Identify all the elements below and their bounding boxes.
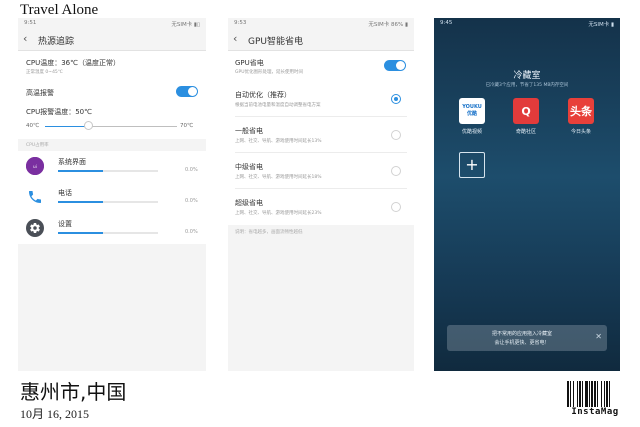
apps-group-label: CPU占用率: [26, 143, 49, 148]
app-name: 系统界面: [58, 158, 86, 166]
qiku-icon[interactable]: Q: [513, 98, 539, 124]
high-temp-alarm-label: 高温报警: [26, 89, 54, 97]
phone-screen-heat-tracking: 9:51 无SIM卡 ▮▯ ‹ 热源追踪 CPU温度：36℃（温度正常） 正常温…: [18, 18, 206, 371]
alarm-temperature-row: CPU报警温度：50℃ 40℃ 70℃: [18, 103, 206, 139]
power-mode-option[interactable]: 一般省电上网、社交、导航、游戏使用时间延长13%: [228, 117, 414, 153]
option-description: 上网、社交、导航、游戏使用时间延长18%: [235, 175, 322, 180]
gpu-power-sub: GPU优化图形处理，延长使用时间: [235, 70, 303, 75]
cpu-usage-percent: 0.0%: [185, 229, 198, 235]
slider-max-label: 70℃: [180, 123, 194, 129]
gpu-power-toggle[interactable]: [384, 60, 406, 71]
location-date: 10月 16, 2015: [20, 407, 90, 421]
status-bar: 9:51 无SIM卡 ▮▯: [18, 18, 206, 29]
app-name: 设置: [58, 220, 72, 228]
app-cpu-list: ui 系统界面 0.0% 电话 0.0% 设置 0.0%: [18, 151, 206, 244]
cpu-temperature-row: CPU温度：36℃（温度正常） 正常温度 0~45℃: [18, 51, 206, 81]
cpu-usage-percent: 0.0%: [185, 167, 198, 173]
toggle-knob: [188, 87, 197, 96]
app-tile-text: YOUKU 优酷: [462, 104, 482, 117]
power-mode-options: 自动优化（推荐） 根据当前电池电量和温度自动调整省电方案 一般省电上网、社交、导航、…: [228, 81, 414, 225]
page-header: ‹ 热源追踪: [18, 29, 206, 51]
cpu-usage-percent: 0.0%: [185, 198, 198, 204]
option-description: 上网、社交、导航、游戏使用时间延长23%: [235, 211, 322, 216]
app-tile-text: Q: [521, 104, 531, 118]
status-bar: 9:53 无SIM卡 86% ▮: [228, 18, 414, 29]
add-app-button[interactable]: +: [459, 152, 485, 178]
tip-toast: 把不常用的应用拖入冷藏室 会让手机更快、更省电！ ✕: [447, 325, 607, 351]
cpu-temperature-sub: 正常温度 0~45℃: [26, 70, 63, 75]
card-title: Travel Alone: [20, 2, 99, 18]
status-time: 9:51: [24, 20, 37, 26]
app-row[interactable]: 设置 0.0%: [18, 213, 206, 244]
option-radio[interactable]: [391, 202, 401, 212]
phone-screen-freezer-room: 9:45 无SIM卡 ▮ 冷藏室 已冷藏3个应用，节省了135 MB内存空间 Y…: [434, 18, 620, 371]
page-title: 热源追踪: [38, 37, 75, 47]
option-description: 根据当前电池电量和温度自动调整省电方案: [235, 103, 321, 108]
app-row[interactable]: ui 系统界面 0.0%: [18, 151, 206, 182]
back-arrow-icon[interactable]: ‹: [23, 33, 27, 45]
alarm-temperature-slider-handle[interactable]: [84, 121, 93, 130]
status-indicators: 无SIM卡 ▮▯: [171, 22, 200, 28]
phone-icon: [26, 188, 44, 206]
barcode-icon: [567, 381, 610, 407]
plus-icon: +: [465, 155, 479, 174]
gpu-power-row[interactable]: GPU省电 GPU优化图形处理，延长使用时间: [228, 51, 414, 81]
option-label: 中级省电: [235, 163, 263, 171]
freezer-title: 冷藏室: [513, 71, 541, 81]
tip-line-1: 把不常用的应用拖入冷藏室: [491, 331, 552, 337]
option-label: 自动优化（推荐）: [235, 91, 291, 99]
status-bar: 9:45 无SIM卡 ▮: [434, 18, 620, 29]
gpu-power-label: GPU省电: [235, 59, 264, 67]
option-label: 一般省电: [235, 127, 263, 135]
tip-line-2: 会让手机更快、更省电！: [494, 340, 550, 346]
page-title: GPU智能省电: [248, 37, 303, 47]
status-indicators: 无SIM卡 ▮: [588, 22, 614, 28]
status-time: 9:53: [234, 20, 247, 26]
status-time: 9:45: [440, 20, 453, 26]
power-mode-option[interactable]: 自动优化（推荐） 根据当前电池电量和温度自动调整省电方案: [228, 81, 414, 117]
note-row: 说明：省电越多，画面流畅性越低: [228, 225, 414, 239]
toggle-knob: [396, 61, 405, 70]
brand-logo: InstaMag: [571, 407, 619, 417]
option-label: 超级省电: [235, 199, 263, 207]
cpu-temperature-label: CPU温度：36℃（温度正常）: [26, 59, 121, 67]
frozen-app-name: 优酷视频: [461, 129, 482, 135]
slider-fill: [45, 126, 89, 127]
frozen-app-name: 今日头条: [570, 129, 591, 135]
option-description: 上网、社交、导航、游戏使用时间延长13%: [235, 139, 322, 144]
cpu-usage-bar-fill: [58, 201, 103, 203]
close-icon[interactable]: ✕: [595, 332, 602, 342]
slider-min-label: 40℃: [26, 123, 40, 129]
youku-icon[interactable]: YOUKU 优酷: [459, 98, 485, 124]
back-arrow-icon[interactable]: ‹: [233, 33, 237, 45]
svg-text:ui: ui: [33, 164, 37, 169]
app-name: 电话: [58, 189, 72, 197]
status-indicators: 无SIM卡 86% ▮: [368, 22, 408, 28]
system-ui-icon: ui: [26, 157, 44, 175]
location-city: 惠州市,中国: [20, 380, 127, 404]
toutiao-icon[interactable]: 头条: [568, 98, 594, 124]
option-radio[interactable]: [391, 166, 401, 176]
option-radio[interactable]: [391, 94, 401, 104]
app-tile-text: 头条: [570, 104, 592, 118]
page-header: ‹ GPU智能省电: [228, 29, 414, 51]
frozen-app-name: 奇酷社区: [515, 129, 536, 135]
high-temp-alarm-row[interactable]: 高温报警: [18, 81, 206, 103]
power-mode-option[interactable]: 超级省电上网、社交、导航、游戏使用时间延长23%: [228, 189, 414, 225]
phone-screen-gpu-power-saving: 9:53 无SIM卡 86% ▮ ‹ GPU智能省电 GPU省电 GPU优化图形…: [228, 18, 414, 371]
note-text: 说明：省电越多，画面流畅性越低: [235, 230, 303, 235]
high-temp-alarm-toggle[interactable]: [176, 86, 198, 97]
cpu-usage-bar-fill: [58, 170, 103, 172]
cpu-usage-bar-fill: [58, 232, 103, 234]
alarm-temperature-label: CPU报警温度：50℃: [26, 108, 93, 116]
option-radio[interactable]: [391, 130, 401, 140]
app-row[interactable]: 电话 0.0%: [18, 182, 206, 213]
apps-group-header: CPU占用率: [18, 139, 206, 151]
power-mode-option[interactable]: 中级省电上网、社交、导航、游戏使用时间延长18%: [228, 153, 414, 189]
gear-icon: [26, 219, 44, 237]
freezer-subtitle: 已冷藏3个应用，节省了135 MB内存空间: [485, 83, 569, 88]
